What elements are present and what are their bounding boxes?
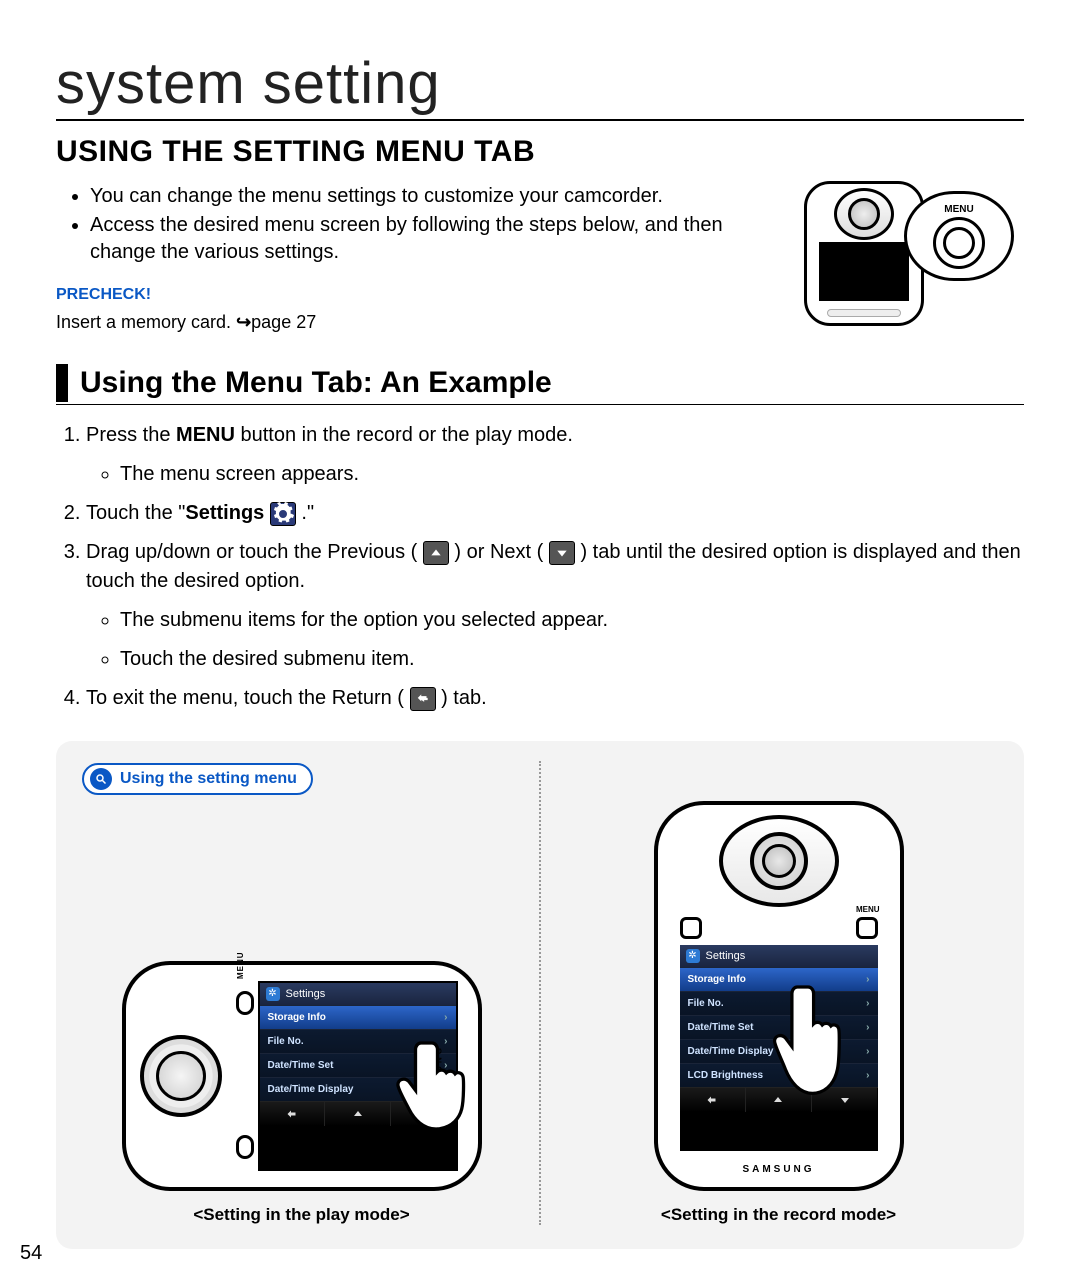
caption-record: <Setting in the record mode>	[559, 1205, 998, 1225]
pill-button-icon	[236, 991, 254, 1015]
lcd-item: Date/Time Display›	[260, 1077, 456, 1101]
chapter-title: system setting	[56, 50, 1024, 121]
step-4: To exit the menu, touch the Return ( ) t…	[86, 684, 1024, 713]
lcd-item: Date/Time Set›	[260, 1053, 456, 1077]
lcd-item: LCD Brightness›	[680, 1063, 878, 1087]
lcd-screen-record: ✲ Settings Storage Info› File No.› Date/…	[680, 945, 878, 1151]
step-2: Touch the "Settings ."	[86, 499, 1024, 528]
lcd-item: File No.›	[680, 991, 878, 1015]
lcd-item: File No.›	[260, 1029, 456, 1053]
nav-return-icon	[260, 1102, 326, 1126]
settings-gear-icon	[270, 502, 296, 526]
lcd-header-label: Settings	[286, 988, 326, 1000]
arrow-right-hook-icon: ↪	[236, 312, 251, 332]
nav-return-icon	[680, 1088, 746, 1112]
settings-gear-icon: ✲	[686, 949, 700, 963]
previous-up-icon	[423, 541, 449, 565]
lcd-header-label: Settings	[706, 950, 746, 962]
precheck-label: PRECHECK!	[56, 284, 784, 306]
figure-pill: Using the setting menu	[82, 763, 313, 795]
intro-bullet: Access the desired menu screen by follow…	[90, 212, 784, 266]
nav-down-icon	[812, 1088, 877, 1112]
nav-up-icon	[325, 1102, 391, 1126]
figure-panel: Using the setting menu MENU ✲ Settings	[56, 741, 1024, 1249]
pill-button-icon	[236, 1135, 254, 1159]
step-1-sub: The menu screen appears.	[120, 460, 1024, 489]
magnifier-icon	[90, 768, 112, 790]
lcd-item: Date/Time Set›	[680, 1015, 878, 1039]
step-3-sub: The submenu items for the option you sel…	[120, 606, 1024, 635]
precheck-text: Insert a memory card. ↪page 27	[56, 310, 784, 334]
menu-label: MENU	[944, 204, 973, 215]
intro-bullet: You can change the menu settings to cust…	[90, 183, 784, 210]
lens-icon	[140, 1035, 222, 1117]
lcd-item: Date/Time Display›	[680, 1039, 878, 1063]
lcd-screen-play: ✲ Settings Storage Info› File No.› Date/…	[258, 981, 458, 1171]
lcd-item-selected: Storage Info›	[260, 1005, 456, 1029]
section-title: USING THE SETTING MENU TAB	[56, 135, 1024, 169]
pill-button-icon	[680, 917, 702, 939]
pill-button-icon	[856, 917, 878, 939]
brand-label: SAMSUNG	[434, 1045, 443, 1107]
lcd-item-selected: Storage Info›	[680, 967, 878, 991]
menu-button-callout: MENU	[904, 191, 1014, 281]
step-3: Drag up/down or touch the Previous ( ) o…	[86, 538, 1024, 674]
step-1: Press the MENU button in the record or t…	[86, 421, 1024, 489]
menu-small-label: MENU	[856, 905, 880, 914]
return-icon	[410, 687, 436, 711]
brand-label: SAMSUNG	[658, 1164, 900, 1175]
vertical-divider	[539, 761, 541, 1225]
caption-play: <Setting in the play mode>	[82, 1205, 521, 1225]
nav-down-icon	[391, 1102, 456, 1126]
settings-gear-icon: ✲	[266, 987, 280, 1001]
device-play-mode: MENU ✲ Settings Storage Info› File No.›	[82, 881, 521, 1225]
step-3-sub: Touch the desired submenu item.	[120, 645, 1024, 674]
subsection-title: Using the Menu Tab: An Example	[80, 364, 552, 402]
menu-small-label: MENU	[236, 951, 245, 979]
page-number: 54	[20, 1242, 42, 1265]
next-down-icon	[549, 541, 575, 565]
lens-icon	[719, 815, 839, 907]
nav-up-icon	[746, 1088, 812, 1112]
menu-button-diagram: MENU	[804, 181, 1024, 326]
figure-pill-label: Using the setting menu	[120, 770, 297, 788]
device-record-mode: MENU ✲ Settings Storage Info› File No.› …	[559, 801, 998, 1225]
